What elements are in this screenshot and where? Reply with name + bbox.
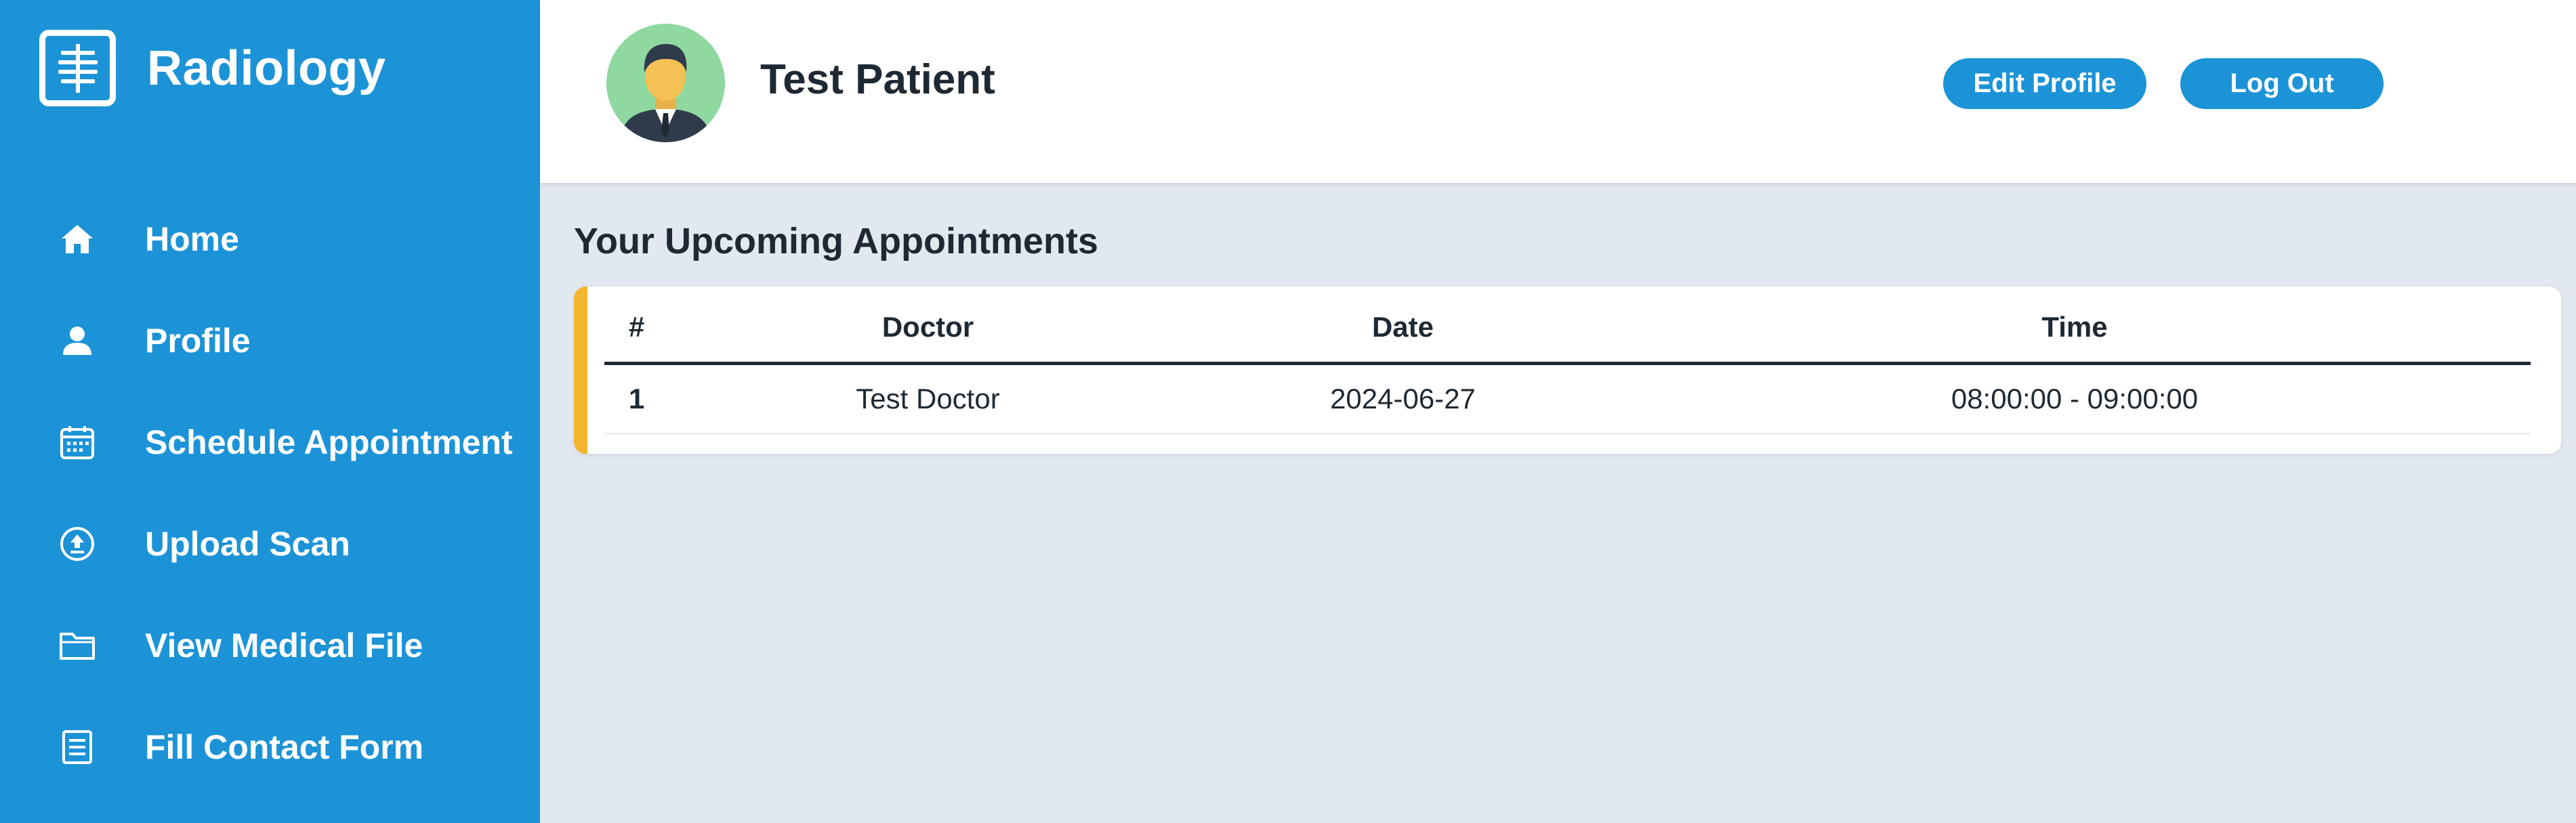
sidebar-item-fill-contact-form[interactable]: Fill Contact Form: [0, 696, 540, 798]
sidebar-item-upload-scan[interactable]: Upload Scan: [0, 493, 540, 595]
calendar-icon: [57, 422, 98, 463]
sidebar-item-label: Upload Scan: [145, 525, 350, 563]
user-name: Test Patient: [760, 56, 995, 103]
form-icon: [57, 727, 98, 767]
folder-icon: [57, 625, 98, 666]
app: Radiology Home Profile Schedule Appointm…: [0, 0, 2576, 823]
cell-time: 08:00:00 - 09:00:00: [1619, 363, 2531, 434]
upload-icon: [57, 524, 98, 564]
sidebar-nav: Home Profile Schedule Appointment Upload…: [0, 188, 540, 798]
cell-date: 2024-06-27: [1187, 363, 1619, 434]
sidebar: Radiology Home Profile Schedule Appointm…: [0, 0, 540, 823]
user-icon: [57, 320, 98, 361]
brand-name: Radiology: [147, 41, 386, 96]
column-header-doctor: Doctor: [669, 293, 1187, 365]
appointments-table: # Doctor Date Time 1 Test Doctor 2024-06…: [604, 293, 2531, 434]
cell-index: 1: [604, 363, 669, 434]
section-title: Your Upcoming Appointments: [574, 221, 1098, 261]
sidebar-item-home[interactable]: Home: [0, 188, 540, 290]
sidebar-item-label: Profile: [145, 322, 251, 360]
xray-icon: [39, 30, 116, 106]
sidebar-item-profile[interactable]: Profile: [0, 290, 540, 392]
column-header-date: Date: [1187, 293, 1619, 365]
sidebar-item-schedule-appointment[interactable]: Schedule Appointment: [0, 392, 540, 493]
table-row[interactable]: 1 Test Doctor 2024-06-27 08:00:00 - 09:0…: [604, 363, 2531, 434]
cell-doctor: Test Doctor: [669, 363, 1187, 434]
sidebar-item-label: Fill Contact Form: [145, 728, 424, 766]
avatar[interactable]: [606, 24, 725, 142]
sidebar-item-label: Schedule Appointment: [145, 423, 513, 461]
header: Test Patient Edit Profile Log Out: [540, 0, 2576, 183]
column-header-index: #: [604, 293, 669, 365]
edit-profile-button[interactable]: Edit Profile: [1943, 58, 2146, 109]
logout-button[interactable]: Log Out: [2180, 58, 2384, 109]
table-header-row: # Doctor Date Time: [604, 293, 2531, 365]
sidebar-item-label: Home: [145, 220, 239, 258]
brand[interactable]: Radiology: [39, 30, 386, 106]
sidebar-item-view-medical-file[interactable]: View Medical File: [0, 595, 540, 696]
appointments-card: # Doctor Date Time 1 Test Doctor 2024-06…: [574, 287, 2561, 454]
home-icon: [57, 219, 98, 259]
column-header-time: Time: [1619, 293, 2531, 365]
sidebar-item-label: View Medical File: [145, 627, 423, 664]
